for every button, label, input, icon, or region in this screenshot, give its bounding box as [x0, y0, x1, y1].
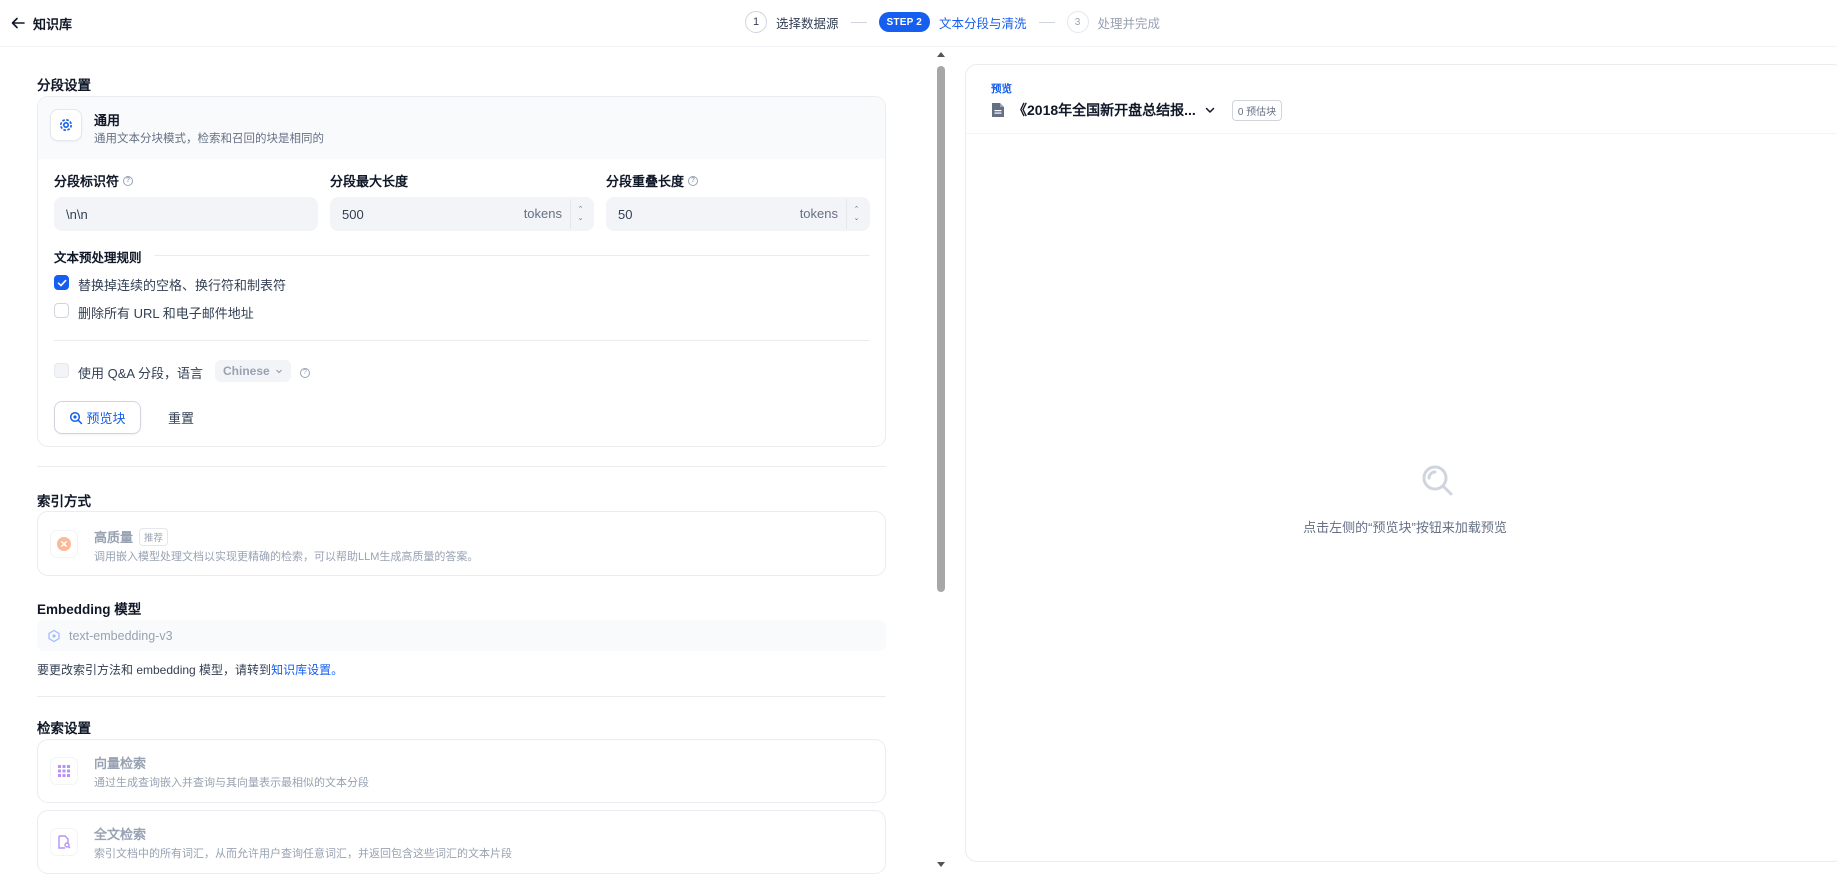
document-name: 《2018年全国新开盘总结报... [1013, 102, 1196, 118]
rule2-label: 删除所有 URL 和电子邮件地址 [78, 306, 254, 321]
high-quality-title-text: 高质量 [94, 530, 134, 545]
step-1-number: 1 [745, 11, 767, 33]
qa-label: 使用 Q&A 分段，语言 [78, 366, 203, 381]
vector-search-option[interactable]: 向量检索 通过生成查询嵌入并查询与其向量表示最相似的文本分段 [37, 739, 886, 803]
embedding-hint: 要更改索引方法和 embedding 模型，请转到知识库设置。 [37, 661, 343, 678]
high-quality-title: 高质量 推荐 [94, 527, 169, 546]
max-length-label-text: 分段最大长度 [330, 174, 409, 189]
general-mode-card: 通用 通用文本分块模式，检索和召回的块是相同的 分段标识符? \n\n 分段最大… [37, 96, 886, 447]
qa-language-value: Chinese [223, 364, 270, 378]
recommended-badge: 推荐 [139, 527, 169, 546]
step-2-label: 文本分段与清洗 [939, 16, 1027, 31]
chevron-down-icon [1205, 107, 1215, 113]
max-length-label: 分段最大长度 [330, 171, 408, 190]
fulltext-search-option[interactable]: 全文检索 索引文档中的所有词汇，从而允许用户查询任意词汇，并返回包含这些词汇的文… [37, 810, 886, 874]
hint-text: 要更改索引方法和 embedding 模型，请转到 [37, 663, 272, 677]
delimiter-value: \n\n [66, 206, 88, 222]
rule2-checkbox[interactable] [54, 303, 69, 318]
app-title: 知识库 [33, 17, 73, 32]
preview-chunks-button[interactable]: 预览块 [54, 401, 141, 434]
general-mode-header: 通用 通用文本分块模式，检索和召回的块是相同的 [38, 97, 885, 159]
reset-button[interactable]: 重置 [156, 401, 206, 434]
overlap-label-text: 分段重叠长度 [606, 174, 685, 189]
step-separator [850, 21, 867, 23]
high-quality-icon [50, 530, 78, 558]
overlap-input[interactable]: 50 tokens ⌃ ⌄ [606, 197, 870, 231]
back-arrow-icon[interactable] [8, 13, 28, 33]
search-icon [70, 411, 83, 424]
rules-title-text: 文本预处理规则 [54, 251, 142, 265]
preview-tag: 预览 [991, 83, 1012, 95]
delimiter-label: 分段标识符? [54, 171, 134, 190]
mode-description: 通用文本分块模式，检索和召回的块是相同的 [94, 133, 324, 145]
fulltext-search-desc: 索引文档中的所有词汇，从而允许用户查询任意词汇，并返回包含这些词汇的文本片段 [94, 848, 512, 860]
max-length-unit: tokens [523, 206, 562, 221]
step-indicator: 1 选择数据源 STEP 2 文本分段与清洗 3 处理并完成 [745, 11, 1160, 33]
section-divider [37, 696, 886, 697]
model-icon [48, 629, 60, 642]
gear-icon [50, 109, 82, 141]
step-1-label: 选择数据源 [776, 16, 839, 31]
high-quality-desc: 调用嵌入模型处理文档以实现更精确的检索，可以帮助LLM生成高质量的答案。 [94, 551, 479, 563]
embedding-section-title: Embedding 模型 [37, 602, 142, 617]
max-length-input[interactable]: 500 tokens ⌃ ⌄ [330, 197, 594, 231]
section-divider [54, 340, 870, 341]
chevron-down-icon [275, 369, 282, 374]
overlap-unit: tokens [799, 206, 838, 221]
rule1-label: 替换掉连续的空格、换行符和制表符 [78, 278, 287, 293]
fulltext-search-title: 全文检索 [94, 827, 147, 842]
chunk-count-badge: 0 预估块 [1231, 99, 1283, 121]
qa-checkbox[interactable] [54, 363, 69, 378]
index-section-title: 索引方式 [37, 494, 91, 509]
max-length-value: 500 [342, 206, 364, 222]
step-2-pill: STEP 2 [878, 12, 930, 32]
max-length-stepper[interactable]: ⌃ ⌄ [570, 199, 590, 229]
empty-preview-text: 点击左侧的“预览块”按钮来加载预览 [1303, 520, 1507, 535]
help-icon: ? [123, 175, 134, 186]
embedding-model-select[interactable]: text-embedding-v3 [37, 620, 886, 651]
vector-search-title: 向量检索 [94, 756, 147, 771]
help-icon: ? [688, 175, 699, 186]
search-icon [1420, 463, 1456, 504]
section-divider [37, 466, 886, 467]
qa-language-select[interactable]: Chinese [215, 360, 291, 382]
high-quality-option[interactable]: 高质量 推荐 调用嵌入模型处理文档以实现更精确的检索，可以帮助LLM生成高质量的… [37, 511, 886, 576]
mode-title: 通用 [94, 113, 121, 128]
scroll-up-arrow-icon[interactable] [937, 52, 945, 57]
kb-settings-link[interactable]: 知识库设置。 [271, 663, 343, 677]
step-3-number: 3 [1066, 11, 1089, 33]
document-selector[interactable]: 《2018年全国新开盘总结报... 0 预估块 [991, 99, 1283, 121]
overlap-label: 分段重叠长度? [606, 171, 699, 190]
preview-panel: 预览 《2018年全国新开盘总结报... 0 预估块 点击左侧的“预览块”按钮来… [965, 64, 1837, 862]
rules-title: 文本预处理规则 [54, 247, 142, 266]
segment-section-title: 分段设置 [37, 78, 91, 93]
rule1-checkbox[interactable] [54, 275, 69, 290]
help-icon: ? [300, 368, 310, 378]
step-separator [1038, 21, 1055, 23]
embedding-model-value: text-embedding-v3 [69, 628, 173, 643]
overlap-value: 50 [618, 206, 633, 222]
rules-divider [154, 255, 870, 256]
delimiter-label-text: 分段标识符 [54, 174, 120, 189]
preview-header: 预览 《2018年全国新开盘总结报... 0 预估块 [966, 65, 1837, 134]
step-3-label: 处理并完成 [1097, 16, 1161, 31]
overlap-stepper[interactable]: ⌃ ⌄ [846, 199, 866, 229]
document-search-icon [50, 828, 78, 856]
preview-button-label: 预览块 [86, 411, 126, 426]
top-header: 知识库 1 选择数据源 STEP 2 文本分段与清洗 3 处理并完成 [0, 0, 1837, 47]
grid-icon [50, 757, 78, 785]
scroll-down-arrow-icon[interactable] [937, 862, 945, 867]
vector-search-desc: 通过生成查询嵌入并查询与其向量表示最相似的文本分段 [94, 777, 369, 789]
retrieval-section-title: 检索设置 [37, 721, 91, 736]
file-icon [992, 103, 1004, 117]
delimiter-input[interactable]: \n\n [54, 197, 318, 231]
scrollbar-thumb[interactable] [937, 66, 945, 592]
